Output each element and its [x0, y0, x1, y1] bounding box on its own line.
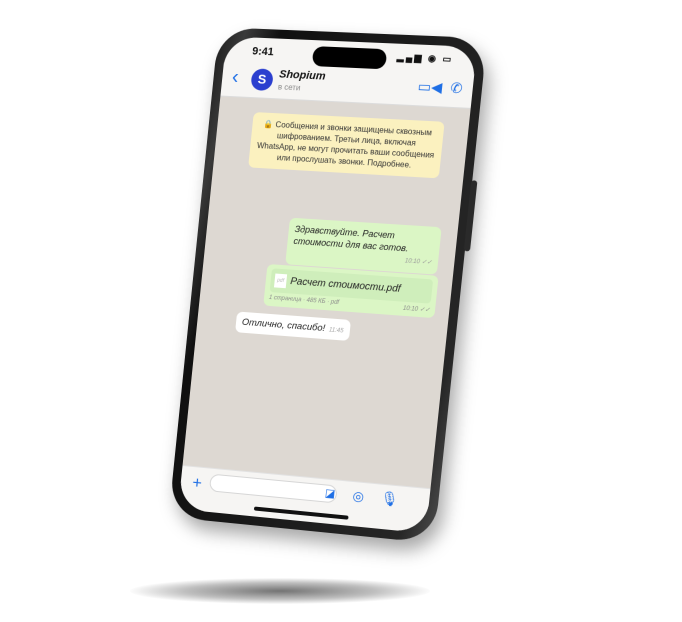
contact-name[interactable]: Shopium [279, 69, 327, 83]
phone-mockup: 9:41 ▂▄▆ ◉ ▭ ‹ S Shopium в сети ▭◀ ✆ 🔒 С… [169, 27, 488, 543]
home-indicator [254, 507, 349, 520]
pdf-file-icon: pdf [274, 274, 287, 289]
encryption-notice[interactable]: 🔒 Сообщения и звонки защищены сквозным ш… [248, 112, 445, 178]
file-name: Расчет стоимости.pdf [290, 276, 401, 295]
message-time: 11:45 [329, 327, 344, 334]
sticker-icon[interactable]: ◪ [324, 486, 336, 500]
chat-area: 🔒 Сообщения и звонки защищены сквозным ш… [183, 96, 471, 488]
floor-shadow [130, 578, 430, 604]
phone-call-icon[interactable]: ✆ [450, 79, 464, 97]
contact-status: в сети [278, 82, 301, 92]
phone-screen: 9:41 ▂▄▆ ◉ ▭ ‹ S Shopium в сети ▭◀ ✆ 🔒 С… [178, 36, 477, 533]
side-button [464, 180, 478, 251]
avatar[interactable]: S [250, 68, 274, 91]
status-time: 9:41 [252, 45, 275, 58]
file-details: 1 страница · 485 КБ · pdf [269, 295, 340, 306]
phone-frame: 9:41 ▂▄▆ ◉ ▭ ‹ S Shopium в сети ▭◀ ✆ 🔒 С… [169, 27, 488, 543]
incoming-message[interactable]: Отлично, спасибо! 11:45 [235, 311, 351, 340]
message-text: Отлично, спасибо! [241, 317, 325, 334]
camera-icon[interactable]: ◎ [352, 488, 365, 505]
signal-wifi-battery-icon: ▂▄▆ ◉ ▭ [396, 52, 453, 66]
microphone-icon[interactable]: 🎙 [380, 490, 400, 509]
video-call-icon[interactable]: ▭◀ [417, 78, 443, 96]
message-time: 10:10 ✓✓ [292, 248, 433, 269]
back-button[interactable]: ‹ [231, 66, 240, 89]
message-time: 10:10 ✓✓ [403, 305, 431, 314]
plus-icon[interactable]: + [191, 473, 203, 493]
message-input[interactable] [209, 474, 338, 504]
